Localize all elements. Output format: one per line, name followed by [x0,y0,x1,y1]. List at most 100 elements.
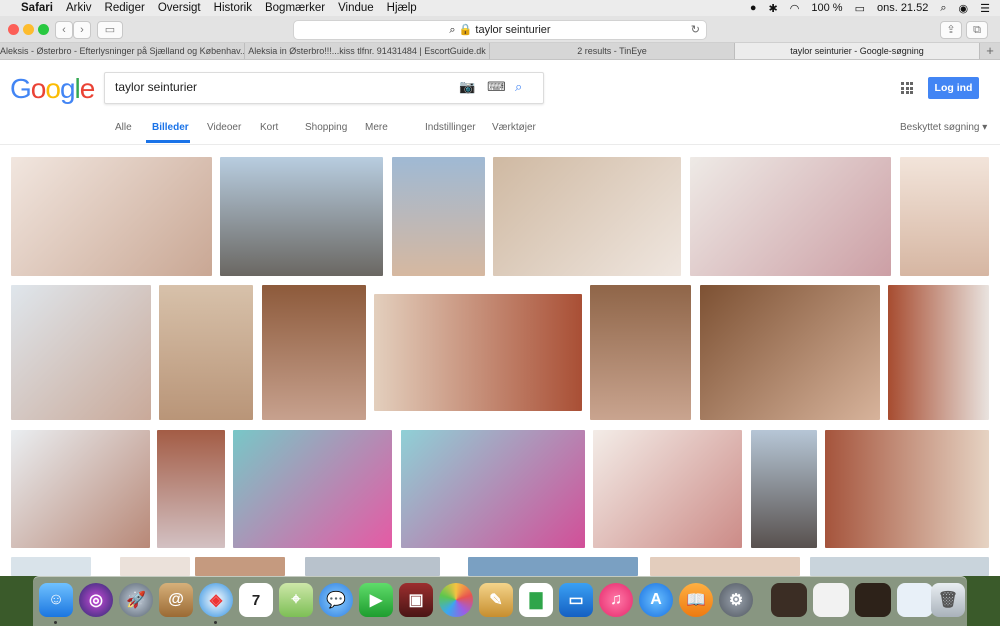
ibooks-icon[interactable]: 📖 [679,583,713,617]
app-store-icon[interactable]: A [639,583,673,617]
nav-videoer[interactable]: Videoer [207,122,241,133]
image-result[interactable] [590,285,691,420]
image-result[interactable] [220,157,383,276]
forward-button[interactable]: › [73,21,91,39]
camera-status-icon[interactable]: ● [750,2,757,14]
nav-billeder[interactable]: Billeder [152,122,189,133]
image-result[interactable] [11,430,150,548]
facetime-icon[interactable]: ▶ [359,583,393,617]
image-result[interactable] [690,157,891,276]
minimize-window-button[interactable] [23,24,34,35]
bluetooth-icon[interactable]: ✱ [769,2,778,15]
menu-vindue[interactable]: Vindue [338,2,374,14]
image-result[interactable] [888,285,989,420]
image-result[interactable] [392,157,485,276]
image-result[interactable] [195,557,285,576]
image-result[interactable] [11,285,151,420]
menu-bogmaerker[interactable]: Bogmærker [265,2,325,14]
numbers-icon[interactable]: ▇ [519,583,553,617]
search-box[interactable]: taylor seinturier 📷 ⌨ ⌕ [104,72,544,104]
image-result[interactable] [751,430,817,548]
keynote-icon[interactable]: ▭ [559,583,593,617]
safari-icon[interactable]: ◈ [199,583,233,617]
nav-mere[interactable]: Mere [365,122,388,133]
image-result[interactable] [305,557,440,576]
login-button[interactable]: Log ind [928,77,979,99]
back-button[interactable]: ‹ [55,21,73,39]
tab-aleksis[interactable]: Aleksis - Østerbro - Efterlysninger på S… [0,43,245,59]
tab-overview-icon[interactable]: ⧉ [966,21,988,39]
notification-center-icon[interactable]: ☰ [980,2,990,15]
image-result[interactable] [493,157,681,276]
battery-text[interactable]: 100 % [811,2,842,14]
trash-icon[interactable]: 🗑 [931,583,965,617]
itunes-icon[interactable]: ♫ [599,583,633,617]
google-logo[interactable]: Google [10,73,95,105]
battery-icon[interactable]: ▭ [855,2,865,15]
nav-kort[interactable]: Kort [260,122,278,133]
new-tab-button[interactable]: + [980,43,1000,59]
clock[interactable]: ons. 21.52 [877,2,928,14]
menu-app-name[interactable]: Safari [21,2,53,14]
system-preferences-icon[interactable]: ⚙ [719,583,753,617]
search-icon[interactable]: ⌕ [515,79,522,95]
nav-alle[interactable]: Alle [115,122,132,133]
nav-shopping[interactable]: Shopping [305,122,347,133]
launchpad-icon[interactable]: 🚀 [119,583,153,617]
sidebar-toggle-icon[interactable]: ▭ [97,21,123,39]
camera-icon[interactable]: 📷 [459,79,475,95]
image-result[interactable] [593,430,742,548]
image-result[interactable] [468,557,638,576]
spotlight-icon[interactable]: ⌕ [940,2,946,15]
image-result[interactable] [650,557,800,576]
photo-booth-icon[interactable]: ▣ [399,583,433,617]
finder-icon[interactable]: ☺ [39,583,73,617]
user-icon[interactable]: ◉ [959,2,969,15]
menu-arkiv[interactable]: Arkiv [66,2,92,14]
safe-search-toggle[interactable]: Beskyttet søgning ▾ [900,122,987,133]
menu-hjaelp[interactable]: Hjælp [387,2,417,14]
minimized-window-thumbnail[interactable] [855,583,891,617]
apps-grid-icon[interactable] [901,82,913,94]
minimized-window-thumbnail[interactable] [813,583,849,617]
notes-icon[interactable]: ✎ [479,583,513,617]
image-result[interactable] [900,157,989,276]
menu-oversigt[interactable]: Oversigt [158,2,201,14]
wifi-icon[interactable]: ◠ [790,2,800,15]
tab-tineye[interactable]: 2 results - TinEye [490,43,735,59]
messages-icon[interactable]: 💬 [319,583,353,617]
photos-icon[interactable] [439,583,473,617]
logo-letter: o [45,73,61,104]
image-result[interactable] [262,285,366,420]
maps-icon[interactable]: ⌖ [279,583,313,617]
contacts-icon[interactable]: @ [159,583,193,617]
reload-icon[interactable]: ↻ [691,21,700,39]
menu-rediger[interactable]: Rediger [105,2,145,14]
keyboard-icon[interactable]: ⌨ [487,79,506,95]
share-icon[interactable]: ⇪ [940,21,962,39]
minimized-window-thumbnail[interactable] [897,583,933,617]
image-result[interactable] [120,557,190,576]
image-result[interactable] [157,430,225,548]
close-window-button[interactable] [8,24,19,35]
nav-vaerktojer[interactable]: Værktøjer [492,122,536,133]
tab-google-search[interactable]: taylor seinturier - Google-søgning [735,43,980,59]
image-result[interactable] [810,557,989,576]
calendar-icon[interactable]: 7 [239,583,273,617]
zoom-window-button[interactable] [38,24,49,35]
siri-icon[interactable]: ◎ [79,583,113,617]
image-result[interactable] [374,294,582,411]
image-result[interactable] [233,430,392,548]
address-bar[interactable]: ⌕ 🔒 taylor seinturier ↻ [293,20,707,40]
tab-escortguide[interactable]: Aleksia in Østerbro!!!...kiss tlfnr. 914… [245,43,490,59]
image-result[interactable] [11,557,91,576]
minimized-window-thumbnail[interactable] [771,583,807,617]
menu-historik[interactable]: Historik [214,2,252,14]
image-result[interactable] [401,430,585,548]
image-result[interactable] [825,430,989,548]
image-result[interactable] [159,285,253,420]
search-query[interactable]: taylor seinturier [115,80,197,94]
nav-indstillinger[interactable]: Indstillinger [425,122,476,133]
image-result[interactable] [11,157,212,276]
image-result[interactable] [700,285,880,420]
